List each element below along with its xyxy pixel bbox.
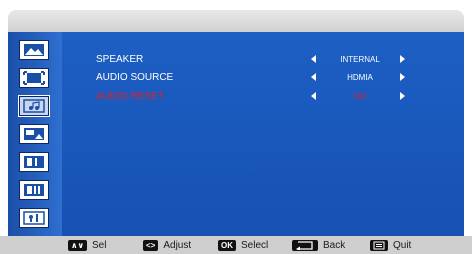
back-label: Back [323,239,346,251]
select-hint: OK Selecl [218,239,268,251]
speaker-value: INTERNAL [340,55,380,64]
picture-icon [24,44,44,56]
setup-icon [24,156,44,168]
audio-source-row[interactable]: AUDIO SOURCE HDMIA [62,70,464,86]
information-icon [23,211,45,225]
sel-label: Sel [92,239,107,251]
select-label: Selecl [241,239,269,251]
osd-panel: SPEAKER INTERNAL AUDIO SOURCE HDMIA AUDI… [8,10,464,236]
screen-icon [23,71,45,85]
osd-sidebar [8,32,62,236]
key-guide-bar: ∧∨ Sel <> Adjust OK Selecl Back Quit [0,236,472,254]
left-right-key-icon: <> [143,239,159,251]
up-down-key-icon: ∧∨ [68,239,87,251]
right-arrow-icon[interactable] [400,73,405,81]
adjust-label: Adjust [163,239,192,251]
speaker-row[interactable]: SPEAKER INTERNAL [62,52,464,68]
pip-menu-button[interactable] [19,124,49,144]
speaker-label: SPEAKER [96,54,144,65]
audio-menu-content: SPEAKER INTERNAL AUDIO SOURCE HDMIA AUDI… [62,32,464,236]
audio-reset-label: AUDIO RESET [96,91,164,102]
advanced-setup-menu-button[interactable] [19,180,49,200]
quit-hint: Quit [370,239,411,251]
menu-key-icon [370,239,388,251]
information-menu-button[interactable] [19,208,49,228]
right-arrow-icon[interactable] [400,92,405,100]
audio-reset-row[interactable]: AUDIO RESET NO [62,89,464,105]
back-hint: Back [292,239,345,251]
screen-menu-button[interactable] [19,68,49,88]
audio-menu-button[interactable] [18,95,50,117]
advanced-setup-icon [24,184,44,196]
audio-source-value: HDMIA [347,73,373,82]
sel-hint: ∧∨ Sel [68,239,106,251]
setup-menu-button[interactable] [19,152,49,172]
left-arrow-icon[interactable] [311,73,316,81]
left-arrow-icon[interactable] [311,55,316,63]
left-arrow-icon[interactable] [311,92,316,100]
audio-icon [23,99,45,113]
audio-reset-value: NO [354,92,366,101]
audio-source-label: AUDIO SOURCE [96,72,174,83]
right-arrow-icon[interactable] [400,55,405,63]
quit-label: Quit [393,239,412,251]
adjust-hint: <> Adjust [143,239,191,251]
picture-menu-button[interactable] [19,40,49,60]
osd-title-bar [8,10,464,32]
ok-key-icon: OK [218,239,236,251]
pip-icon [24,128,44,140]
back-key-icon [292,239,318,251]
